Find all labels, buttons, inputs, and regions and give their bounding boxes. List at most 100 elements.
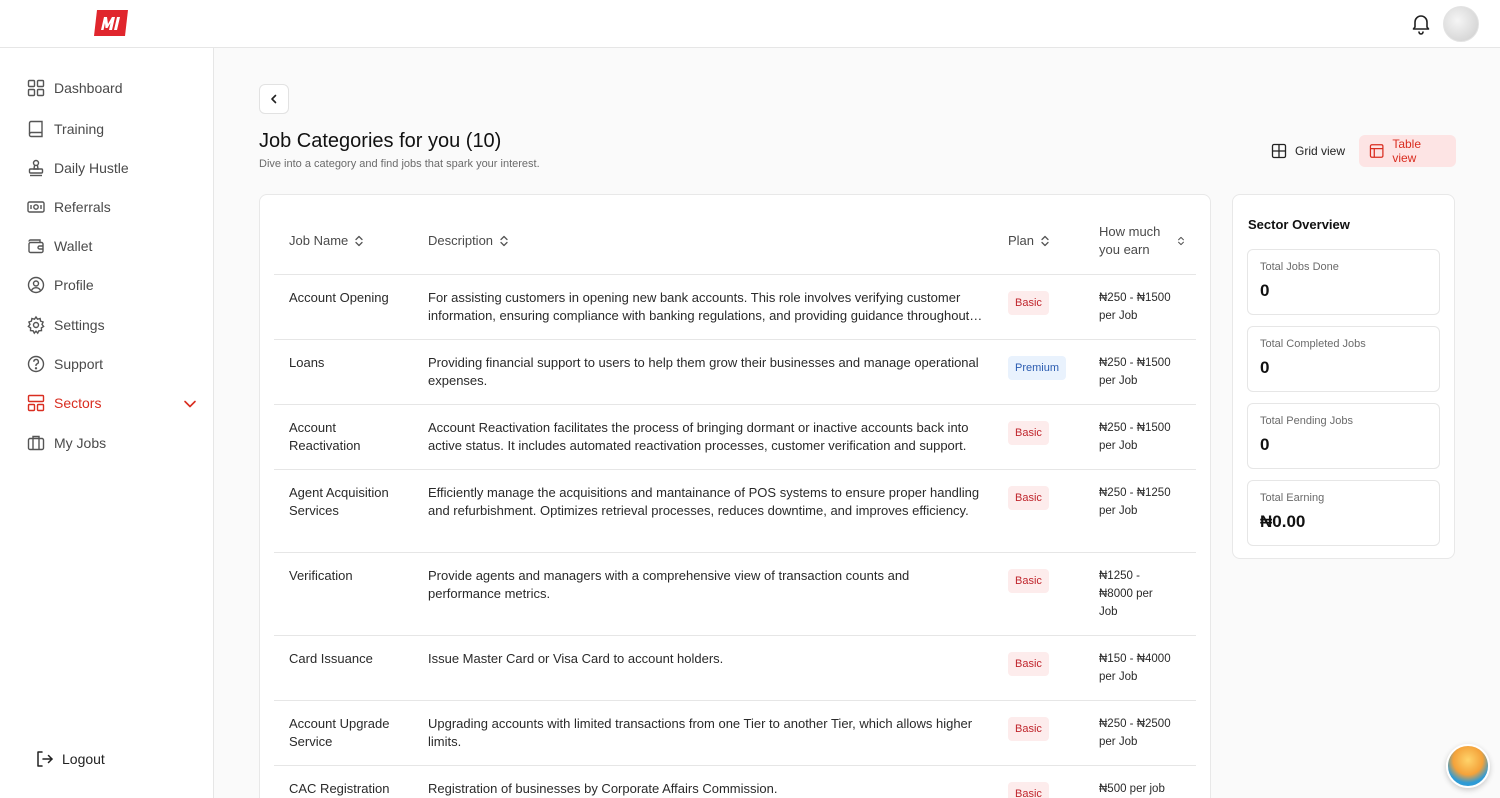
sidebar-item-support[interactable]: Support: [26, 352, 103, 376]
bell-icon[interactable]: [1409, 11, 1433, 35]
column-header-label: Description: [428, 233, 494, 248]
plan-badge: Premium: [1008, 356, 1067, 380]
job-description: Issue Master Card or Visa Card to accoun…: [428, 651, 724, 666]
column-header-label: Plan: [1008, 233, 1035, 248]
job-description: Provide agents and managers with a compr…: [428, 568, 910, 601]
page-subtitle: Dive into a category and find jobs that …: [259, 158, 540, 170]
job-description: Registration of businesses by Corporate …: [428, 781, 778, 796]
sidebar-item-label: My Jobs: [54, 435, 107, 451]
table-view-label: Table view: [1392, 137, 1422, 165]
job-name: Card Issuance: [289, 651, 373, 666]
table-row[interactable]: Card Issuance Issue Master Card or Visa …: [274, 636, 1196, 701]
wallet-icon: [28, 239, 44, 254]
sidebar-item-referrals[interactable]: Referrals: [26, 195, 111, 219]
plan-cell: Basic: [1008, 717, 1049, 741]
avatar[interactable]: [1443, 6, 1479, 42]
sort-icon: [500, 235, 508, 246]
table-row[interactable]: Account Opening For assisting customers …: [274, 275, 1196, 340]
sidebar-item-label: Daily Hustle: [54, 160, 129, 176]
table-row[interactable]: Account Upgrade Service Upgrading accoun…: [274, 701, 1196, 766]
grid-icon: [1271, 143, 1287, 159]
logout-button[interactable]: Logout: [34, 749, 105, 769]
earn-amount: ₦250 - ₦1250 per Job: [1099, 487, 1171, 517]
sidebar-item-dashboard[interactable]: Dashboard: [26, 76, 123, 100]
job-categories-table: Job Name Description Plan How much you e…: [259, 194, 1211, 798]
stat-label: Total Jobs Done: [1260, 261, 1339, 273]
stat-value: 0: [1260, 281, 1270, 300]
table-row[interactable]: Loans Providing financial support to use…: [274, 340, 1196, 405]
page-title: Job Categories for you (10): [259, 130, 502, 152]
stat-total-jobs-done: Total Jobs Done 0: [1247, 249, 1440, 315]
column-header-label: How much you earn: [1099, 224, 1161, 257]
column-header-earn[interactable]: How much you earn: [1099, 223, 1189, 259]
sidebar-item-my-jobs[interactable]: My Jobs: [26, 431, 106, 455]
stat-value: 0: [1260, 435, 1270, 454]
sidebar-item-label: Sectors: [54, 395, 102, 411]
table-row[interactable]: Verification Provide agents and managers…: [274, 553, 1196, 636]
job-name: Verification: [289, 568, 353, 583]
layout-icon: [27, 394, 45, 412]
plan-badge: Basic: [1008, 291, 1049, 315]
column-header-description[interactable]: Description: [428, 233, 509, 248]
stat-label: Total Pending Jobs: [1260, 415, 1353, 427]
cash-icon: [27, 201, 45, 213]
app-logo[interactable]: [92, 9, 130, 37]
stat-label: Total Completed Jobs: [1260, 338, 1366, 350]
sidebar-item-daily-hustle[interactable]: Daily Hustle: [26, 156, 129, 180]
column-header-plan[interactable]: Plan: [1008, 233, 1050, 248]
table-row[interactable]: Agent Acquisition Services Efficiently m…: [274, 470, 1196, 553]
grid-view-button[interactable]: Grid view: [1261, 135, 1355, 167]
plan-badge: Basic: [1008, 569, 1049, 593]
grid-view-label: Grid view: [1295, 144, 1346, 158]
stat-total-earning: Total Earning ₦0.00: [1247, 480, 1440, 546]
sidebar-item-label: Profile: [54, 277, 94, 293]
plan-badge: Basic: [1008, 486, 1049, 510]
chevron-left-icon: [271, 94, 277, 104]
stat-total-pending-jobs: Total Pending Jobs 0: [1247, 403, 1440, 469]
job-name: Agent Acquisition Services: [289, 485, 389, 518]
plan-cell: Basic: [1008, 782, 1049, 798]
grid-icon: [27, 79, 45, 97]
job-description: Upgrading accounts with limited transact…: [428, 716, 973, 749]
stat-label: Total Earning: [1260, 492, 1325, 504]
stat-value: 0: [1260, 358, 1270, 377]
logout-label: Logout: [62, 751, 105, 767]
sort-icon: [1041, 235, 1049, 246]
stat-total-completed-jobs: Total Completed Jobs 0: [1247, 326, 1440, 392]
earn-amount: ₦1250 - ₦8000 per Job: [1099, 570, 1153, 618]
plan-badge: Basic: [1008, 782, 1049, 798]
job-name: Loans: [289, 355, 325, 370]
sidebar-item-label: Settings: [54, 317, 105, 333]
user-circle-icon: [27, 276, 45, 294]
column-header-job-name[interactable]: Job Name: [289, 233, 364, 248]
sidebar-item-sectors[interactable]: Sectors: [26, 391, 101, 415]
logout-icon: [37, 751, 53, 767]
table-icon: [1369, 144, 1384, 158]
back-button[interactable]: [259, 84, 289, 114]
sidebar-item-label: Referrals: [54, 199, 111, 215]
sidebar-item-profile[interactable]: Profile: [26, 273, 94, 297]
job-name: Account Upgrade Service: [289, 716, 390, 749]
table-row[interactable]: CAC Registration Registration of busines…: [274, 766, 1196, 798]
job-name: Account Reactivation: [289, 420, 361, 453]
help-circle-icon: [27, 355, 45, 373]
sidebar-item-training[interactable]: Training: [26, 117, 104, 141]
sidebar-item-label: Wallet: [54, 238, 93, 254]
table-header: Job Name Description Plan How much you e…: [274, 195, 1196, 275]
plan-cell: Premium: [1008, 356, 1067, 380]
beach-chat-icon[interactable]: [1446, 744, 1490, 788]
chevron-down-icon[interactable]: [181, 395, 199, 413]
earn-amount: ₦250 - ₦2500 per Job: [1099, 718, 1171, 748]
table-row[interactable]: Account Reactivation Account Reactivatio…: [274, 405, 1196, 470]
table-view-button[interactable]: Table view: [1359, 135, 1456, 167]
job-description: Account Reactivation facilitates the pro…: [428, 420, 969, 453]
sidebar-item-label: Support: [54, 356, 104, 372]
sidebar-item-wallet[interactable]: Wallet: [26, 234, 92, 258]
briefcase-icon: [27, 435, 45, 451]
earn-amount: ₦250 - ₦1500 per Job: [1099, 422, 1171, 452]
sidebar-item-settings[interactable]: Settings: [26, 313, 105, 337]
sector-overview-card: Sector Overview Total Jobs Done 0 Total …: [1232, 194, 1455, 559]
gear-icon: [27, 315, 45, 335]
sort-icon: [1178, 236, 1184, 246]
job-name: Account Opening: [289, 290, 389, 305]
